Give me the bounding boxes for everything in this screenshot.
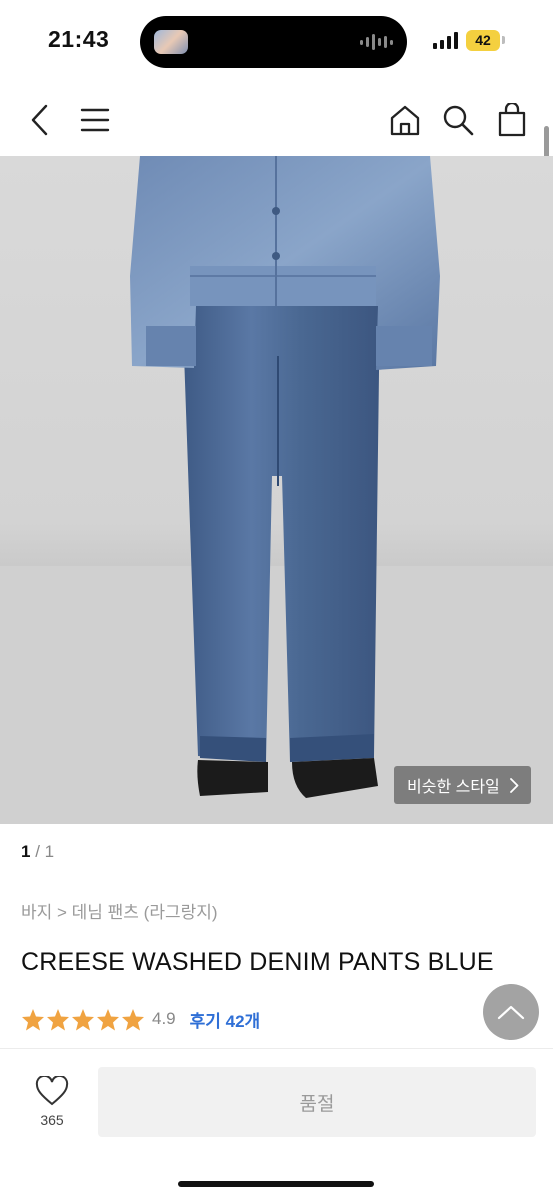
pager-separator: /	[30, 842, 45, 861]
status-time: 21:43	[48, 26, 110, 52]
similar-style-button[interactable]: 비슷한 스타일	[394, 766, 531, 804]
home-button[interactable]	[385, 100, 425, 140]
star-icon	[122, 1008, 144, 1030]
top-navigation	[0, 84, 553, 156]
pager-total: 1	[44, 842, 55, 861]
status-bar: 21:43 42	[0, 0, 553, 84]
chevron-right-icon	[510, 778, 519, 793]
battery-icon: 42	[466, 30, 500, 51]
cellular-signal-icon	[433, 31, 458, 49]
wishlist-button[interactable]: 365	[20, 1070, 84, 1134]
dynamic-island[interactable]	[140, 16, 407, 68]
star-rating	[21, 1008, 145, 1031]
star-icon	[22, 1008, 44, 1030]
back-button[interactable]	[20, 100, 60, 140]
star-icon	[47, 1008, 69, 1030]
breadcrumb[interactable]: 바지 > 데님 팬츠 (라그랑지)	[21, 898, 218, 923]
search-icon	[443, 105, 474, 136]
menu-icon	[80, 108, 110, 132]
scroll-to-top-button[interactable]	[483, 984, 539, 1040]
menu-button[interactable]	[75, 100, 115, 140]
product-title: CREESE WASHED DENIM PANTS BLUE	[21, 948, 494, 976]
product-image[interactable]: 비슷한 스타일	[0, 156, 553, 824]
review-count-link[interactable]: 후기 42개	[190, 1007, 261, 1032]
bottom-divider	[0, 1048, 553, 1049]
sold-out-button[interactable]: 품절	[98, 1067, 536, 1137]
rating-row: 4.9 후기 42개	[21, 1006, 260, 1032]
audio-wave-icon	[360, 33, 393, 51]
wish-count: 365	[40, 1112, 64, 1128]
shopping-bag-icon	[498, 103, 526, 137]
battery-cap	[502, 36, 505, 44]
heart-icon	[35, 1074, 69, 1106]
product-photo	[0, 156, 553, 824]
cart-button[interactable]	[492, 100, 532, 140]
home-icon	[390, 105, 420, 136]
star-icon	[97, 1008, 119, 1030]
star-icon	[72, 1008, 94, 1030]
now-playing-avatar	[154, 30, 188, 54]
home-indicator[interactable]	[178, 1181, 374, 1187]
rating-value: 4.9	[152, 1009, 176, 1028]
back-icon	[31, 104, 48, 136]
similar-style-label: 비슷한 스타일	[407, 779, 500, 796]
image-pager: 1 / 1	[21, 842, 54, 862]
search-button[interactable]	[438, 100, 478, 140]
chevron-up-icon	[497, 1005, 525, 1020]
